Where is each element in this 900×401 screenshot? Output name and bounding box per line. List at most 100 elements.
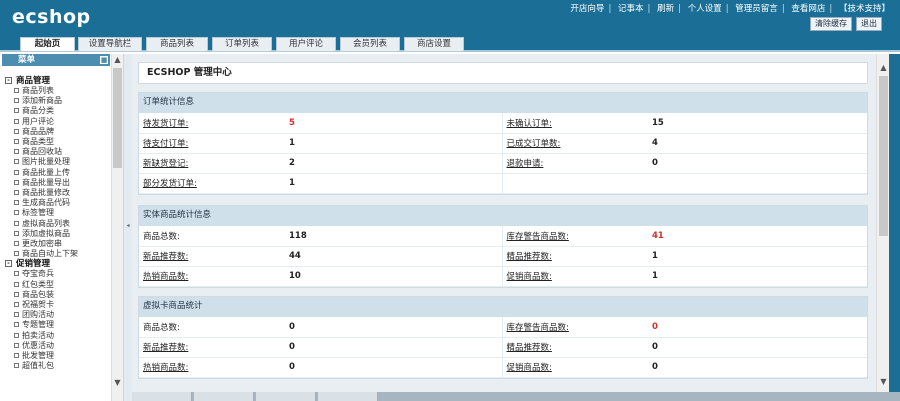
- stat-value: 41: [648, 226, 867, 247]
- sidebar-item-topic[interactable]: 专题管理: [5, 320, 109, 330]
- main-scrollbar[interactable]: ▲ ▼: [876, 54, 889, 392]
- page-icon: [14, 200, 19, 206]
- sidebar-item-group-buy[interactable]: 团购活动: [5, 310, 109, 320]
- collapse-arrow-icon[interactable]: ◂: [125, 222, 131, 232]
- stat-value: 118: [285, 226, 503, 247]
- taskbar-button[interactable]: [132, 392, 192, 401]
- link-admin-messages[interactable]: 管理员留言: [735, 4, 778, 14]
- page-icon: [14, 291, 19, 297]
- sidebar-item-generate-code[interactable]: 生成商品代码: [5, 198, 109, 208]
- sidebar-item-add-virtual[interactable]: 添加虚拟商品: [5, 229, 109, 239]
- page-icon: [14, 169, 19, 175]
- stat-label[interactable]: 部分发货订单:: [143, 179, 197, 189]
- virtual-stats-title: 虚拟卡商品统计: [139, 297, 867, 317]
- link-personal-settings[interactable]: 个人设置: [688, 4, 722, 14]
- sidebar-item-batch-image[interactable]: 图片批量处理: [5, 157, 109, 167]
- stat-label[interactable]: 促销商品数:: [507, 363, 552, 373]
- stat-label[interactable]: 库存警告商品数:: [507, 232, 569, 242]
- page-icon: [14, 241, 19, 247]
- stat-label[interactable]: 热销商品数:: [143, 272, 188, 282]
- sidebar: 菜单 ■ - 商品管理 商品列表 添加新商品 商品分类 用户评论 商品品牌 商品类…: [0, 54, 124, 401]
- sidebar-scroll-thumb[interactable]: [113, 68, 122, 168]
- tab-store-settings[interactable]: 商店设置: [404, 37, 464, 52]
- table-row: 新品推荐数: 44 精品推荐数: 1: [139, 246, 867, 267]
- sidebar-item-batch-upload[interactable]: 商品批量上传: [5, 168, 109, 178]
- top-header: ecshop 开店向导 | 记事本 | 刷新 | 个人设置 | 管理员留言 | 查看网店 |…: [0, 0, 900, 36]
- order-stats-panel: 订单统计信息 待发货订单: 5 未确认订单: 15 待支付订单: 1 已成交订单…: [138, 92, 868, 195]
- stat-label[interactable]: 库存警告商品数:: [507, 323, 569, 333]
- sidebar-item-package[interactable]: 超值礼包: [5, 361, 109, 371]
- sidebar-item-auction[interactable]: 拍卖活动: [5, 331, 109, 341]
- menu-group-promotion[interactable]: - 促销管理: [5, 259, 109, 269]
- sidebar-item-change-key[interactable]: 更改加密串: [5, 239, 109, 249]
- page-icon: [14, 312, 19, 318]
- sidebar-item-add-product[interactable]: 添加新商品: [5, 96, 109, 106]
- sidebar-item-batch-edit[interactable]: 商品批量修改: [5, 188, 109, 198]
- page-icon: [14, 159, 19, 165]
- tab-product-list[interactable]: 商品列表: [146, 37, 208, 52]
- sidebar-item-recycle-bin[interactable]: 商品回收站: [5, 147, 109, 157]
- link-tech-support[interactable]: 【技术支持】: [839, 4, 890, 14]
- tab-start-page[interactable]: 起始页: [20, 37, 75, 52]
- sidebar-item-user-comments[interactable]: 用户评论: [5, 117, 109, 127]
- stat-value: 1: [285, 133, 503, 154]
- stat-label[interactable]: 新品推荐数:: [143, 343, 188, 353]
- sidebar-item-product-category[interactable]: 商品分类: [5, 106, 109, 116]
- sidebar-item-snatch[interactable]: 夺宝奇兵: [5, 269, 109, 279]
- logout-button[interactable]: 退出: [856, 17, 882, 31]
- sidebar-item-product-list[interactable]: 商品列表: [5, 86, 109, 96]
- stat-value: 1: [648, 246, 867, 267]
- stat-value: [648, 173, 867, 194]
- sidebar-item-product-brand[interactable]: 商品品牌: [5, 127, 109, 137]
- sidebar-item-product-type[interactable]: 商品类型: [5, 137, 109, 147]
- stat-label[interactable]: 精品推荐数:: [507, 343, 552, 353]
- link-view-store[interactable]: 查看网店: [791, 4, 825, 14]
- menu-header: 菜单 ■: [2, 54, 110, 66]
- sidebar-item-card[interactable]: 祝福贺卡: [5, 300, 109, 310]
- stat-label[interactable]: 促销商品数:: [507, 272, 552, 282]
- sidebar-scrollbar[interactable]: ▲ ▼: [111, 54, 123, 401]
- stat-label[interactable]: 未确认订单:: [507, 119, 552, 129]
- stat-label[interactable]: 新品推荐数:: [143, 252, 188, 262]
- stat-label[interactable]: 已成交订单数:: [507, 139, 561, 149]
- taskbar-button[interactable]: [194, 392, 254, 401]
- stat-label[interactable]: 新缺货登记:: [143, 159, 188, 169]
- sidebar-splitter[interactable]: ◂: [124, 54, 132, 401]
- scroll-down-icon[interactable]: ▼: [112, 377, 123, 389]
- scroll-up-icon[interactable]: ▲: [112, 54, 123, 66]
- page-icon: [14, 332, 19, 338]
- sidebar-item-auto-shelf[interactable]: 商品自动上下架: [5, 249, 109, 259]
- tab-order-list[interactable]: 订单列表: [212, 37, 272, 52]
- tab-member-list[interactable]: 会员列表: [340, 37, 400, 52]
- sidebar-item-pack[interactable]: 商品包装: [5, 290, 109, 300]
- stat-label[interactable]: 退款申请:: [507, 159, 544, 169]
- link-refresh[interactable]: 刷新: [657, 4, 674, 14]
- page-icon: [14, 88, 19, 93]
- menu-group-product-management[interactable]: - 商品管理: [5, 76, 109, 86]
- sidebar-item-tag-management[interactable]: 标签管理: [5, 208, 109, 218]
- link-notepad[interactable]: 记事本: [618, 4, 644, 14]
- collapse-menu-icon[interactable]: ■: [100, 56, 108, 64]
- taskbar-button[interactable]: [318, 392, 378, 401]
- page-icon: [14, 322, 19, 328]
- stat-label[interactable]: 待发货订单:: [143, 119, 188, 129]
- stat-label[interactable]: 待支付订单:: [143, 139, 188, 149]
- stat-label[interactable]: 热销商品数:: [143, 363, 188, 373]
- ecshop-logo[interactable]: ecshop: [12, 6, 91, 28]
- link-setup-wizard[interactable]: 开店向导: [570, 4, 604, 14]
- sidebar-item-virtual-list[interactable]: 虚拟商品列表: [5, 219, 109, 229]
- sidebar-item-bonus-type[interactable]: 红包类型: [5, 280, 109, 290]
- sidebar-item-wholesale[interactable]: 批发管理: [5, 351, 109, 361]
- stat-value: 0: [285, 337, 503, 358]
- table-row: 待发货订单: 5 未确认订单: 15: [139, 113, 867, 134]
- minus-icon: -: [5, 77, 12, 84]
- tab-nav-settings[interactable]: 设置导航栏: [78, 37, 142, 52]
- main-scroll-thumb[interactable]: [879, 76, 888, 236]
- page-icon: [14, 220, 19, 226]
- sidebar-item-favourable[interactable]: 优惠活动: [5, 341, 109, 351]
- sidebar-item-batch-export[interactable]: 商品批量导出: [5, 178, 109, 188]
- taskbar-button[interactable]: [256, 392, 316, 401]
- clear-cache-button[interactable]: 清除缓存: [810, 17, 852, 31]
- tab-user-comments[interactable]: 用户评论: [276, 37, 336, 52]
- stat-label[interactable]: 精品推荐数:: [507, 252, 552, 262]
